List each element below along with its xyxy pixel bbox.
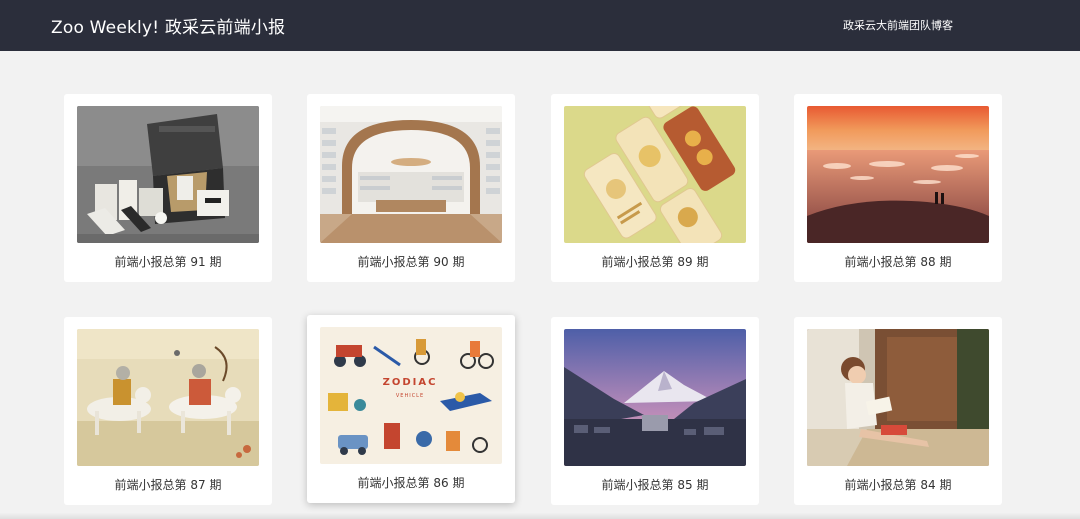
issue-thumbnail-88 <box>807 106 989 243</box>
issue-caption: 前端小报总第 85 期 <box>601 478 709 492</box>
issue-caption: 前端小报总第 84 期 <box>844 478 952 492</box>
issue-thumbnail-91 <box>77 106 259 243</box>
team-blog-link[interactable]: 政采云大前端团队博客 <box>843 18 953 34</box>
issue-caption: 前端小报总第 90 期 <box>357 255 465 269</box>
zodiac-vehicle-illustration-image: ZODIAC VEHICLE <box>320 327 502 464</box>
issue-card-84[interactable]: 前端小报总第 84 期 <box>794 317 1002 505</box>
mountain-dusk-image <box>564 329 746 466</box>
issue-thumbnail-87 <box>77 329 259 466</box>
issue-caption: 前端小报总第 86 期 <box>357 476 465 490</box>
issue-caption: 前端小报总第 89 期 <box>601 255 709 269</box>
top-navigation-bar: Zoo Weekly! 政采云前端小报 政采云大前端团队博客 <box>0 0 1080 51</box>
issue-thumbnail-89 <box>564 106 746 243</box>
mobile-app-mockups-image <box>564 106 746 243</box>
issue-card-87[interactable]: 前端小报总第 87 期 <box>64 317 272 505</box>
issue-thumbnail-84 <box>807 329 989 466</box>
issue-card-89[interactable]: 前端小报总第 89 期 <box>551 94 759 282</box>
girl-reading-image <box>807 329 989 466</box>
arched-store-interior-image <box>320 106 502 243</box>
issue-thumbnail-86: ZODIAC VEHICLE <box>320 327 502 464</box>
issue-thumbnail-90 <box>320 106 502 243</box>
issue-card-90[interactable]: 前端小报总第 90 期 <box>307 94 515 282</box>
sunset-ice-lake-image <box>807 106 989 243</box>
issue-caption: 前端小报总第 91 期 <box>114 255 222 269</box>
issue-caption: 前端小报总第 88 期 <box>844 255 952 269</box>
issue-card-88[interactable]: 前端小报总第 88 期 <box>794 94 1002 282</box>
site-title-link[interactable]: Zoo Weekly! 政采云前端小报 <box>51 17 285 39</box>
bottom-edge <box>0 513 1080 519</box>
product-packaging-image <box>77 106 259 243</box>
issue-card-85[interactable]: 前端小报总第 85 期 <box>551 317 759 505</box>
horse-riders-painting-image <box>77 329 259 466</box>
issue-card-91[interactable]: 前端小报总第 91 期 <box>64 94 272 282</box>
issue-thumbnail-85 <box>564 329 746 466</box>
issue-caption: 前端小报总第 87 期 <box>114 478 222 492</box>
issue-card-86[interactable]: ZODIAC VEHICLE 前端小报总第 86 期 <box>307 315 515 503</box>
zodiac-title-art: ZODIAC <box>383 377 438 388</box>
vehicle-title-art: VEHICLE <box>396 393 424 399</box>
